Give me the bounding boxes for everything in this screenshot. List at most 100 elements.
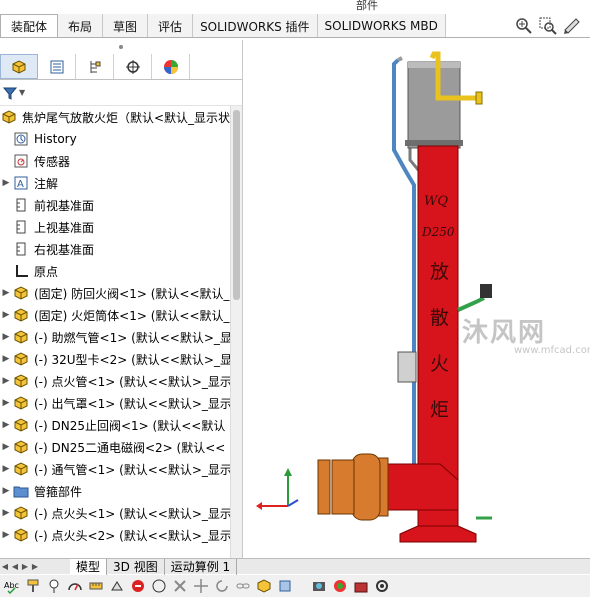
graphics-area[interactable]: WQ D250 放 散 火 炬 沐风网 www.mfcad.com (244, 40, 590, 558)
tab-motion-study-1[interactable]: 运动算例 1 (165, 558, 238, 575)
panel-splitter[interactable] (0, 40, 242, 54)
tree-item[interactable]: ▶ (固定) 防回火阀<1> (默认<<默认_ (0, 282, 242, 304)
tab-displaymanager[interactable] (152, 54, 190, 79)
expand-arrow-icon[interactable]: ▶ (0, 508, 12, 518)
rotate-icon[interactable] (214, 578, 230, 594)
tree-item-label: (-) 出气罩<1> (默认<<默认>_显示 (34, 396, 232, 411)
expand-arrow-icon[interactable]: ▶ (0, 398, 12, 408)
expand-arrow-icon[interactable]: ▶ (0, 464, 12, 474)
tree-item[interactable]: 原点 (0, 260, 242, 282)
axis-triad (256, 468, 299, 510)
part-icon (12, 372, 30, 390)
filter-icon[interactable] (2, 85, 18, 101)
inlet-valve (331, 459, 355, 515)
expand-arrow-icon[interactable]: ▶ (0, 288, 12, 298)
tree-item[interactable]: 传感器 (0, 150, 242, 172)
expand-arrow-icon[interactable]: ▶ (0, 376, 12, 386)
expand-arrow-icon[interactable]: ▶ (0, 310, 12, 320)
prev-tab-icon[interactable]: ◀ (10, 562, 20, 571)
tree-item[interactable]: ▶ (-) 点火管<1> (默认<<默认>_显示 (0, 370, 242, 392)
tree-item[interactable]: ▶ (-) 助燃气管<1> (默认<<默认>_显 (0, 326, 242, 348)
tree-item[interactable]: ▶ (-) 点火头<1> (默认<<默认>_显示 (0, 502, 242, 524)
tab-propertymanager[interactable] (38, 54, 76, 79)
cross-icon[interactable] (172, 578, 188, 594)
tree-item[interactable]: 上视基准面 (0, 216, 242, 238)
tab-assembly[interactable]: 装配体 (0, 14, 59, 38)
tab-model[interactable]: 模型 (70, 558, 108, 575)
tree-item[interactable]: 右视基准面 (0, 238, 242, 260)
tab-layout[interactable]: 布局 (58, 14, 104, 38)
next-tab-icon[interactable]: ▶ (20, 562, 30, 571)
tree-item[interactable]: ▶ (-) 点火头<2> (默认<<默认>_显示 (0, 524, 242, 546)
tree-item[interactable]: 前视基准面 (0, 194, 242, 216)
tree-item[interactable]: ▶ (-) DN25二通电磁阀<2> (默认<< (0, 436, 242, 458)
tree-item[interactable]: ▶ (-) DN25止回阀<1> (默认<<默认 (0, 414, 242, 436)
tab-configurationmanager[interactable] (76, 54, 114, 79)
featuremanager-icon (12, 59, 26, 74)
expand-arrow-icon[interactable]: ▶ (0, 178, 12, 188)
toolbox-icon[interactable] (353, 578, 369, 594)
last-tab-icon[interactable]: ▶ (30, 562, 40, 571)
circle-icon[interactable] (151, 578, 167, 594)
tree-root[interactable]: 焦炉尾气放散火炬（默认<默认_显示状 (0, 106, 242, 128)
plane-icon (12, 196, 30, 214)
expand-arrow-icon[interactable]: ▶ (0, 486, 12, 496)
tree-item[interactable]: ▶ (-) 通气管<1> (默认<<默认>_显示 (0, 458, 242, 480)
zoom-to-area-icon[interactable] (538, 16, 558, 36)
zoom-to-fit-icon[interactable] (514, 16, 534, 36)
gauge-icon[interactable] (67, 578, 83, 594)
expand-arrow-icon[interactable]: ▶ (0, 332, 12, 342)
part-icon (12, 526, 30, 544)
options-icon[interactable] (374, 578, 390, 594)
expand-arrow-icon[interactable]: ▶ (0, 420, 12, 430)
tab-solidworks-addins[interactable]: SOLIDWORKS 插件 (193, 14, 318, 38)
filter-dropdown-icon[interactable]: ▼ (19, 88, 25, 97)
assembly-tool-icon[interactable] (256, 578, 272, 594)
tower-text-wq: WQ (424, 194, 448, 209)
watermark: 沐风网 (462, 318, 547, 348)
tab-featuremanager[interactable] (0, 54, 38, 79)
sensor-icon (12, 152, 30, 170)
tree-item[interactable]: ▶ 管箍部件 (0, 480, 242, 502)
tree-filter-row: ▼ (0, 80, 242, 106)
propertymanager-icon (50, 60, 63, 73)
tower-text-char-4: 炬 (430, 399, 449, 421)
render-icon[interactable] (311, 578, 327, 594)
expand-arrow-icon[interactable]: ▶ (0, 354, 12, 364)
configurationmanager-icon (90, 60, 100, 73)
link-icon[interactable] (235, 578, 251, 594)
stop-icon[interactable] (130, 578, 146, 594)
inlet-flange-2 (317, 459, 331, 515)
ignition-box (397, 351, 417, 383)
balloon-icon[interactable] (46, 578, 62, 594)
component-icon[interactable] (277, 578, 293, 594)
appearance-icon[interactable] (332, 578, 348, 594)
tree-scrollbar[interactable] (230, 106, 242, 558)
expand-arrow-icon[interactable]: ▶ (0, 530, 12, 540)
assembly-icon (0, 108, 18, 126)
tab-solidworks-mbd[interactable]: SOLIDWORKS MBD (317, 14, 446, 38)
svg-text:Abc: Abc (4, 581, 19, 590)
tab-dimxpertmanager[interactable] (114, 54, 152, 79)
measure-icon[interactable] (88, 578, 104, 594)
tab-evaluate[interactable]: 评估 (148, 14, 194, 38)
tree-item[interactable]: ▶ (-) 32U型卡<2> (默认<<默认>_显 (0, 348, 242, 370)
tree-scrollbar-thumb[interactable] (233, 110, 240, 300)
format-painter-icon[interactable] (25, 578, 41, 594)
tab-sketch[interactable]: 草图 (103, 14, 149, 38)
expand-arrow-icon[interactable]: ▶ (0, 442, 12, 452)
tree-item[interactable]: History (0, 128, 242, 150)
previous-view-icon[interactable] (562, 16, 582, 36)
panel-tabs (0, 54, 242, 80)
tree-item[interactable]: ▶ A 注解 (0, 172, 242, 194)
first-tab-icon[interactable]: ◀ (0, 562, 10, 571)
tree-item[interactable]: ▶ (-) 出气罩<1> (默认<<默认>_显示 (0, 392, 242, 414)
origin-icon (12, 262, 30, 280)
mass-properties-icon[interactable] (109, 578, 125, 594)
tree-item[interactable]: ▶ (固定) 火炬筒体<1> (默认<<默认_ (0, 304, 242, 326)
flare-model[interactable]: WQ D250 放 散 火 炬 (244, 40, 590, 558)
move-icon[interactable] (193, 578, 209, 594)
svg-text:A: A (17, 179, 24, 190)
spell-check-icon[interactable]: Abc (4, 578, 20, 594)
tab-3d-views[interactable]: 3D 视图 (107, 558, 165, 575)
